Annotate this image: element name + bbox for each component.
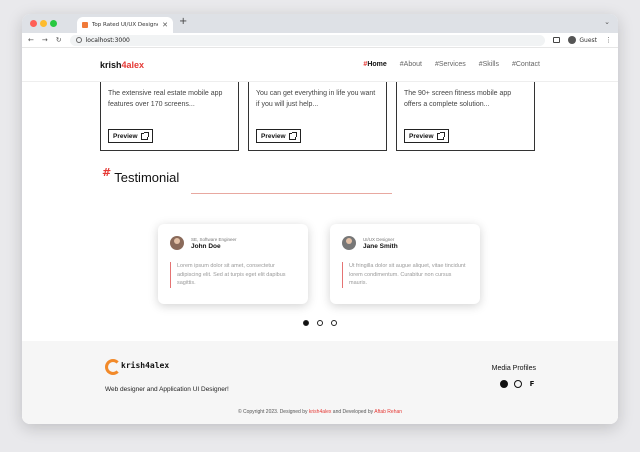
page-content: krish4alex #Home #About #Services #Skill… bbox=[22, 48, 618, 424]
tab-title: Top Rated UI/UX Designer - K bbox=[92, 22, 158, 28]
nav-skills[interactable]: #Skills bbox=[479, 61, 499, 68]
info-icon[interactable] bbox=[75, 37, 82, 43]
preview-button[interactable]: Preview bbox=[256, 129, 301, 143]
browser-tab[interactable]: Top Rated UI/UX Designer - K ✕ bbox=[77, 17, 173, 33]
tab-bar: Top Rated UI/UX Designer - K ✕ + ⌄ bbox=[22, 14, 618, 33]
heading-hash: # bbox=[102, 166, 112, 179]
testimonial-card: SE, Software Engineer John Doe Lorem ips… bbox=[158, 224, 308, 304]
maximize-window-button[interactable] bbox=[50, 20, 57, 27]
preview-button[interactable]: Preview bbox=[404, 129, 449, 143]
favicon-icon bbox=[82, 22, 88, 28]
external-link-icon bbox=[140, 131, 149, 140]
testimonial-quote: Lorem ipsum dolor sit amet, consectetur … bbox=[170, 262, 296, 288]
browser-window: Top Rated UI/UX Designer - K ✕ + ⌄ ← → ↻… bbox=[22, 14, 618, 424]
nav-label: Contact bbox=[515, 61, 540, 68]
profile-button[interactable]: Guest bbox=[568, 36, 597, 44]
side-panel-icon[interactable] bbox=[553, 37, 561, 43]
pagination-dot-1[interactable] bbox=[303, 320, 309, 326]
nav-label: Home bbox=[367, 61, 387, 68]
project-card: You can get everything in life you want … bbox=[248, 82, 387, 151]
carousel-pagination bbox=[303, 320, 337, 326]
github-icon[interactable] bbox=[500, 380, 508, 388]
footer-logo-text: krish4alex bbox=[121, 360, 170, 370]
nav-home[interactable]: #Home bbox=[363, 61, 386, 68]
avatar bbox=[342, 236, 356, 250]
site-logo[interactable]: krish4alex bbox=[100, 60, 144, 70]
profile-label: Guest bbox=[579, 36, 597, 44]
back-arrow-icon[interactable]: ← bbox=[28, 36, 34, 44]
pagination-dot-2[interactable] bbox=[317, 320, 323, 326]
testimonial-heading: # Testimonial bbox=[102, 166, 180, 185]
developer-link[interactable]: Aftab Rehan bbox=[374, 409, 402, 415]
social-links: F bbox=[500, 380, 536, 388]
logo-mark-icon bbox=[105, 359, 121, 375]
logo-main: krish bbox=[100, 59, 122, 70]
nav-label: Skills bbox=[482, 61, 499, 68]
preview-label: Preview bbox=[409, 132, 434, 140]
dribbble-icon[interactable] bbox=[514, 380, 522, 388]
heading-divider bbox=[191, 193, 392, 194]
avatar bbox=[170, 236, 184, 250]
designer-link[interactable]: krish4alex bbox=[309, 409, 332, 415]
copyright-text: © Copyright 2023. Designed by krish4alex… bbox=[22, 409, 618, 415]
footer-tagline: Web designer and Application UI Designer… bbox=[105, 386, 229, 393]
more-menu-icon[interactable]: ⋮ bbox=[605, 36, 612, 44]
figma-icon[interactable]: F bbox=[528, 380, 536, 388]
footer-logo[interactable]: krish4alex bbox=[105, 359, 170, 375]
site-footer: krish4alex Web designer and Application … bbox=[22, 341, 618, 424]
logo-accent: 4alex bbox=[121, 59, 145, 70]
new-tab-button[interactable]: + bbox=[179, 16, 187, 27]
testimonial-name: Jane Smith bbox=[363, 242, 398, 250]
nav-contact[interactable]: #Contact bbox=[512, 61, 540, 68]
close-window-button[interactable] bbox=[30, 20, 37, 27]
testimonial-role: UI/UX Designer bbox=[363, 236, 395, 242]
nav-label: About bbox=[403, 61, 422, 68]
media-profiles-title: Media Profiles bbox=[491, 365, 536, 372]
copyright-mid: and Developed by bbox=[332, 409, 374, 415]
nav-about[interactable]: #About bbox=[400, 61, 422, 68]
project-cards: The extensive real estate mobile app fea… bbox=[100, 82, 540, 151]
external-link-icon bbox=[436, 131, 445, 140]
copyright-prefix: © Copyright 2023. Designed by bbox=[237, 409, 308, 415]
pagination-dot-3[interactable] bbox=[331, 320, 337, 326]
testimonial-card: UI/UX Designer Jane Smith Ut fringilla d… bbox=[330, 224, 480, 304]
chevron-down-icon[interactable]: ⌄ bbox=[604, 18, 610, 26]
profile-avatar-icon bbox=[568, 36, 577, 44]
preview-button[interactable]: Preview bbox=[108, 129, 153, 143]
project-card: The 90+ screen fitness mobile app offers… bbox=[396, 82, 535, 151]
close-icon[interactable]: ✕ bbox=[162, 21, 168, 29]
forward-arrow-icon[interactable]: → bbox=[42, 36, 48, 44]
testimonial-name: John Doe bbox=[191, 242, 221, 250]
address-bar[interactable]: localhost:3000 bbox=[69, 34, 546, 46]
reload-icon[interactable]: ↻ bbox=[56, 36, 62, 44]
url-text: localhost:3000 bbox=[85, 36, 130, 44]
nav-label: Services bbox=[438, 61, 466, 68]
minimize-window-button[interactable] bbox=[40, 20, 47, 27]
testimonial-role: SE, Software Engineer bbox=[191, 236, 237, 242]
preview-label: Preview bbox=[113, 132, 138, 140]
main-nav: #Home #About #Services #Skills #Contact bbox=[363, 61, 540, 68]
browser-toolbar: ← → ↻ localhost:3000 Guest ⋮ bbox=[22, 33, 618, 48]
project-card: The extensive real estate mobile app fea… bbox=[100, 82, 239, 151]
nav-services[interactable]: #Services bbox=[435, 61, 466, 68]
project-desc: The extensive real estate mobile app fea… bbox=[108, 90, 223, 108]
project-desc: You can get everything in life you want … bbox=[256, 90, 376, 108]
site-header: krish4alex #Home #About #Services #Skill… bbox=[22, 48, 618, 82]
section-title: Testimonial bbox=[114, 170, 180, 185]
testimonial-quote: Ut fringilla dolor sit augue aliquet, vi… bbox=[342, 262, 468, 288]
preview-label: Preview bbox=[261, 132, 286, 140]
project-desc: The 90+ screen fitness mobile app offers… bbox=[404, 90, 512, 108]
external-link-icon bbox=[288, 131, 297, 140]
